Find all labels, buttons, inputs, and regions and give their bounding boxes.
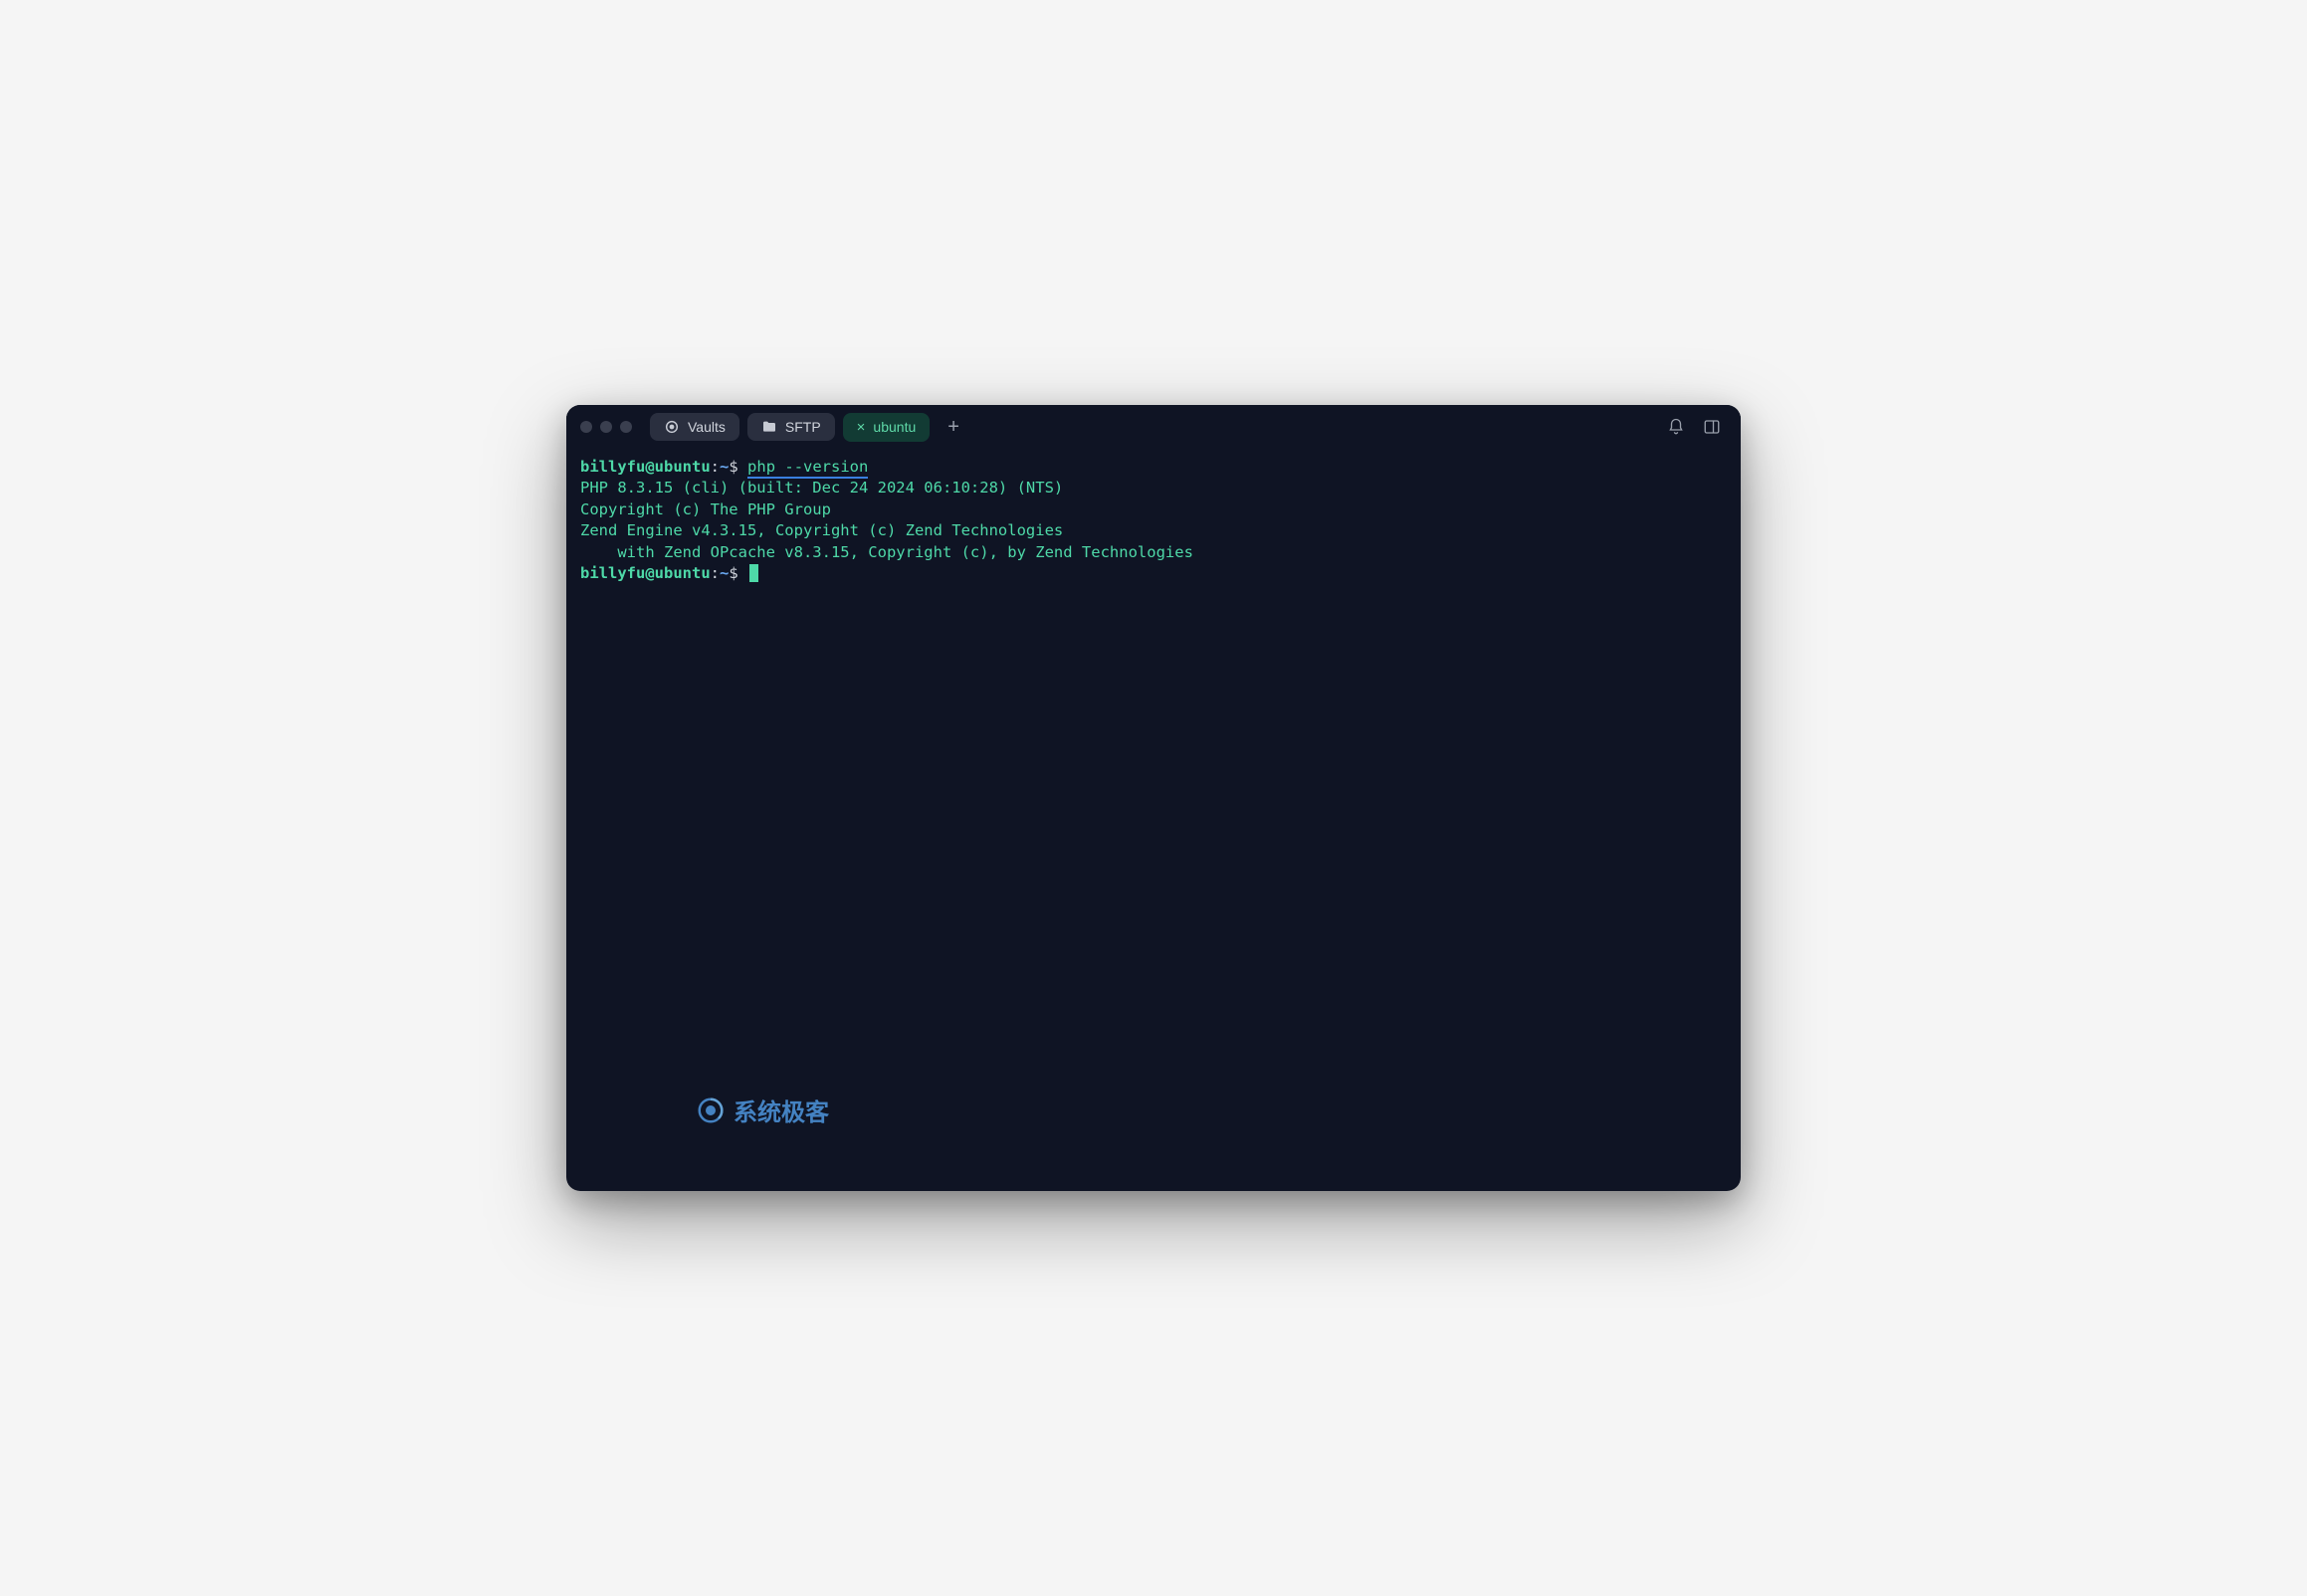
terminal-output[interactable]: billyfu@ubuntu:~$ php --version PHP 8.3.… (566, 449, 1741, 1191)
entered-command: php --version (747, 458, 868, 479)
notifications-icon[interactable] (1667, 418, 1685, 436)
cursor (749, 564, 758, 582)
close-tab-icon[interactable]: × (857, 419, 866, 436)
prompt-path: ~ (720, 458, 729, 476)
prompt-user-host: billyfu@ubuntu (580, 458, 711, 476)
watermark-logo-icon (696, 1096, 726, 1125)
output-line: Zend Engine v4.3.15, Copyright (c) Zend … (580, 521, 1063, 539)
vaults-icon (664, 419, 680, 435)
tab-vaults[interactable]: Vaults (650, 413, 739, 441)
titlebar-right (1667, 418, 1727, 436)
titlebar: Vaults SFTP × ubuntu + (566, 405, 1741, 449)
watermark: 系统极客 (696, 1093, 829, 1127)
tab-label: SFTP (785, 419, 821, 435)
panel-toggle-icon[interactable] (1703, 418, 1721, 436)
tab-ubuntu[interactable]: × ubuntu (843, 413, 931, 442)
prompt-path: ~ (720, 564, 729, 582)
minimize-window-button[interactable] (600, 421, 612, 433)
prompt-colon: : (711, 564, 720, 582)
tab-sftp[interactable]: SFTP (747, 413, 835, 441)
tab-label: ubuntu (873, 419, 916, 435)
tab-label: Vaults (688, 419, 726, 435)
folder-icon (761, 419, 777, 435)
close-window-button[interactable] (580, 421, 592, 433)
output-line: Copyright (c) The PHP Group (580, 500, 831, 518)
watermark-text: 系统极客 (734, 1093, 829, 1127)
prompt-dollar: $ (729, 458, 737, 476)
output-line: PHP 8.3.15 (cli) (built: Dec 24 2024 06:… (580, 479, 1063, 497)
prompt-dollar: $ (729, 564, 737, 582)
prompt-colon: : (711, 458, 720, 476)
new-tab-button[interactable]: + (938, 416, 969, 439)
terminal-window: Vaults SFTP × ubuntu + (566, 405, 1741, 1191)
output-line: with Zend OPcache v8.3.15, Copyright (c)… (580, 543, 1193, 561)
prompt-user-host: billyfu@ubuntu (580, 564, 711, 582)
window-controls (580, 421, 632, 433)
maximize-window-button[interactable] (620, 421, 632, 433)
